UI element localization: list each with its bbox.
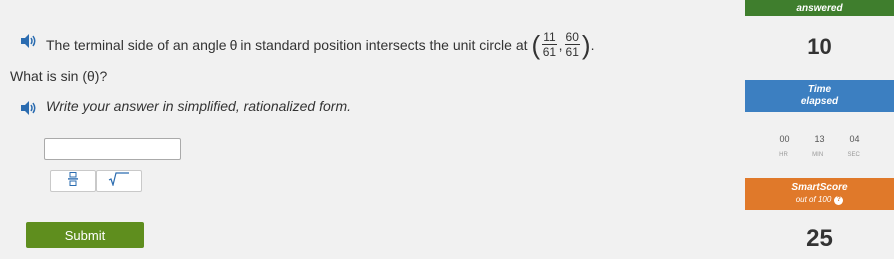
right-paren: ) — [581, 29, 591, 60]
answered-banner: answered — [745, 0, 894, 16]
time-hours: 00 — [779, 134, 790, 144]
y-numerator: 60 — [564, 30, 580, 45]
fraction-icon — [68, 171, 78, 191]
time-elapsed-banner: Time elapsed — [745, 80, 894, 112]
question-prompt: What is sin (θ)? — [10, 68, 108, 84]
unit-circle-point: ( 11 61 , 60 61 ) — [532, 30, 591, 59]
smartscore-out-of: out of 100 — [795, 195, 832, 204]
time-unit-seconds: SEC — [847, 152, 860, 158]
smartscore-value: 25 — [806, 225, 833, 252]
time-readout: 00 13 04 — [745, 134, 894, 144]
question-middle: in standard position intersects the unit… — [240, 36, 528, 53]
time-seconds: 04 — [849, 134, 860, 144]
elapsed-label: elapsed — [800, 96, 839, 107]
instruction-text: Write your answer in simplified, rationa… — [46, 98, 351, 114]
square-root-icon — [108, 171, 130, 191]
y-coordinate-fraction: 60 61 — [564, 30, 580, 59]
y-denominator: 61 — [565, 45, 579, 59]
x-denominator: 61 — [542, 45, 557, 59]
left-paren: ( — [531, 29, 541, 60]
x-coordinate-fraction: 11 61 — [542, 30, 557, 59]
square-root-button[interactable] — [96, 170, 142, 192]
time-units: HR MIN SEC — [745, 152, 894, 158]
question-intro: The terminal side of an angle — [46, 36, 227, 53]
question-panel: The terminal side of an angle θ in stand… — [0, 0, 745, 259]
smartscore-banner: SmartScore out of 100 ? — [745, 178, 894, 210]
submit-button[interactable]: Submit — [26, 222, 144, 248]
smartscore-label: SmartScore — [791, 182, 848, 193]
theta-symbol: θ — [229, 36, 238, 53]
point-comma: , — [558, 36, 563, 53]
time-label: Time — [807, 84, 832, 95]
answer-input[interactable] — [44, 138, 181, 160]
fraction-button[interactable] — [50, 170, 96, 192]
speaker-icon[interactable] — [20, 100, 38, 116]
info-icon[interactable]: ? — [834, 195, 844, 205]
question-text: The terminal side of an angle θ in stand… — [46, 30, 594, 59]
time-unit-hours: HR — [779, 152, 788, 158]
progress-sidebar: answered 10 Time elapsed 00 13 04 HR MIN… — [745, 0, 894, 259]
answered-count: 10 — [807, 34, 832, 59]
time-unit-minutes: MIN — [812, 152, 824, 158]
time-minutes: 13 — [814, 134, 825, 144]
x-numerator: 11 — [542, 30, 557, 45]
question-period: . — [590, 36, 595, 53]
speaker-icon[interactable] — [20, 33, 38, 49]
smartscore-sub: out of 100 ? — [796, 194, 844, 206]
